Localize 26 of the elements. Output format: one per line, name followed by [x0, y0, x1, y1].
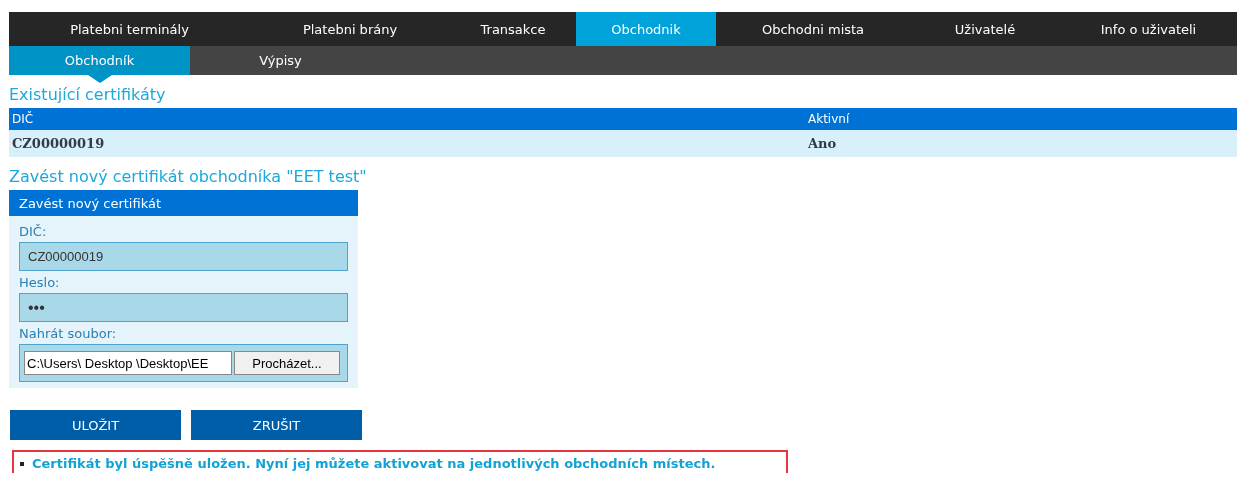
bullet-icon: [20, 461, 24, 466]
file-upload-field[interactable]: C:\Users\ Desktop \Desktop\EE Procházet...: [19, 344, 348, 382]
success-message: Certifikát byl úspěšně uložen. Nyní jej můžete aktivovat na jednotlivých obchodních místech.: [32, 456, 716, 471]
column-header: Aktivní: [807, 112, 851, 126]
nav-tab[interactable]: Platebni terminály: [9, 12, 250, 46]
table-cell-text: Ano: [807, 136, 838, 151]
field-label: Nahrát soubor:: [19, 325, 118, 343]
nav-tab[interactable]: Uživatelé: [910, 12, 1060, 46]
column-header: DIČ: [11, 112, 35, 126]
field-label: DIČ:: [19, 223, 48, 241]
nav-tab[interactable]: Transakce: [450, 12, 576, 46]
section-title: Zavést nový certifikát obchodníka "EET test": [9, 167, 367, 186]
cancel-button[interactable]: ZRUŠIT: [191, 410, 362, 440]
sub-tab[interactable]: Výpisy: [190, 46, 371, 75]
panel-title: Zavést nový certifikát: [9, 190, 358, 216]
nav-tab[interactable]: Obchodni mista: [716, 12, 910, 46]
save-button[interactable]: ULOŽIT: [10, 410, 181, 440]
browse-button[interactable]: Procházet...: [234, 351, 340, 375]
pointer-icon: [87, 75, 112, 83]
table-cell-text: CZ00000019: [11, 136, 106, 151]
field-label: Heslo:: [19, 274, 61, 292]
nav-tab[interactable]: Info o uživateli: [1060, 12, 1237, 46]
section-title: Existující certifikáty: [9, 85, 166, 104]
password-field[interactable]: •••: [19, 293, 348, 322]
nav-tab[interactable]: Platebni brány: [250, 12, 450, 46]
input-field[interactable]: CZ00000019: [19, 242, 348, 271]
